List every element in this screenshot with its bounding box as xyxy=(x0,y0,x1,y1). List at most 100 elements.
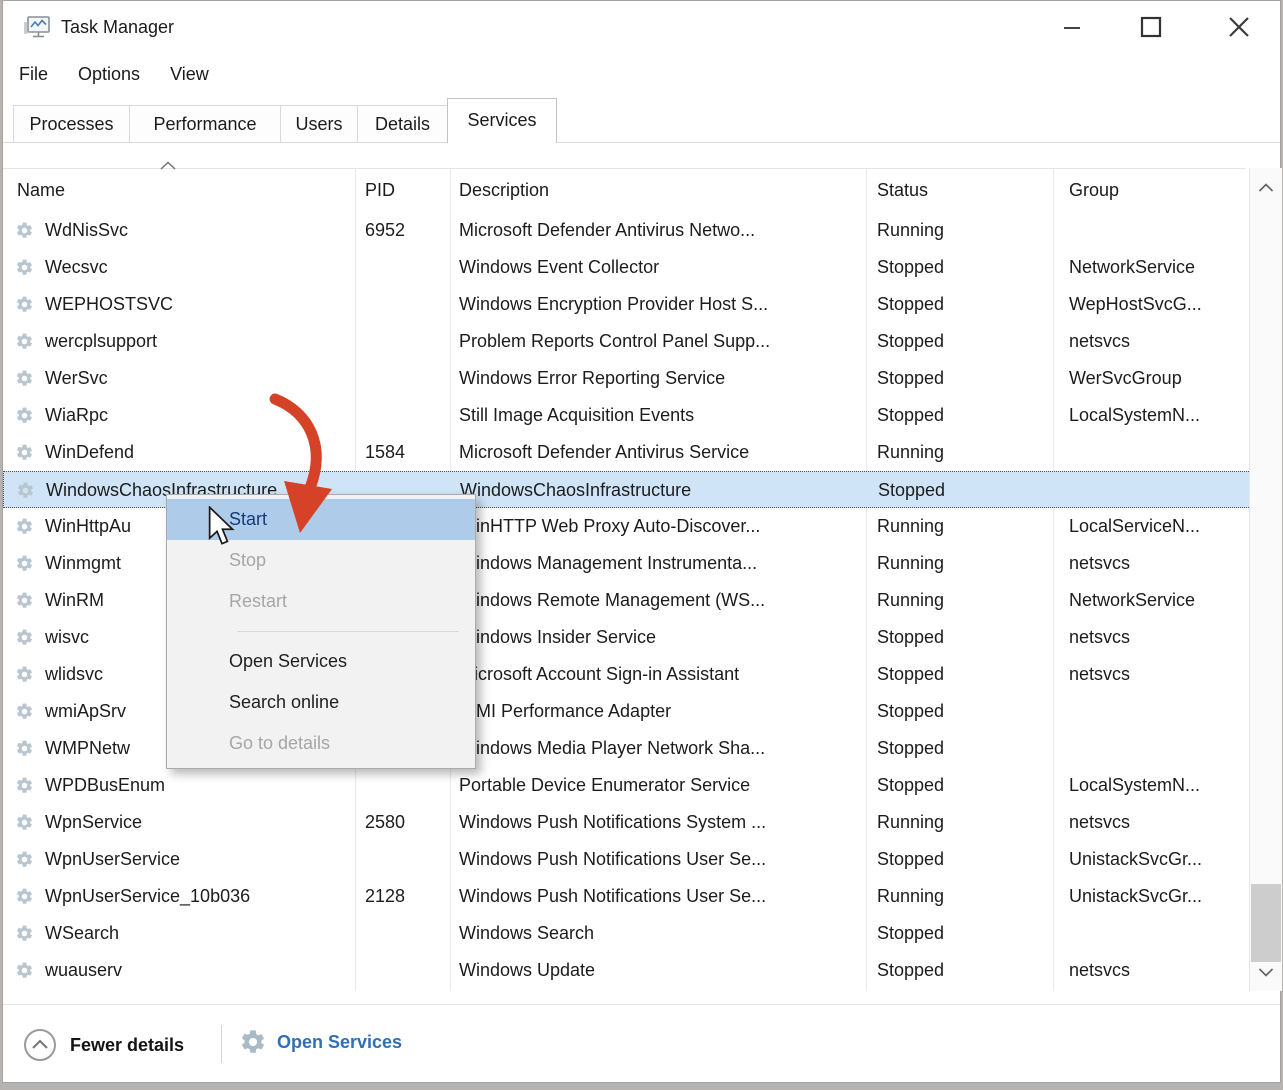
scroll-down-button[interactable] xyxy=(1250,959,1282,985)
column-header-group[interactable]: Group xyxy=(1069,168,1119,212)
menu-options[interactable]: Options xyxy=(78,64,140,85)
service-status: Running xyxy=(877,878,944,915)
column-header-pid[interactable]: PID xyxy=(365,168,395,212)
service-description: Portable Device Enumerator Service xyxy=(459,767,750,804)
service-status: Running xyxy=(877,582,944,619)
footer-bar: Fewer details Open Services xyxy=(3,1005,1280,1082)
minimize-icon xyxy=(1062,17,1082,37)
column-header-name[interactable]: Name xyxy=(17,168,65,212)
service-group: NetworkService xyxy=(1069,249,1195,286)
service-status: Stopped xyxy=(877,286,944,323)
service-pid: 2580 xyxy=(365,804,405,841)
service-description: Windows Event Collector xyxy=(459,249,659,286)
tab-users[interactable]: Users xyxy=(280,105,358,143)
maximize-button[interactable] xyxy=(1121,1,1181,53)
service-description: Windows Push Notifications System ... xyxy=(459,804,766,841)
service-description: WindowsChaosInfrastructure xyxy=(460,472,691,509)
service-row-Wecsvc[interactable]: WecsvcWindows Event CollectorStoppedNetw… xyxy=(3,249,1251,286)
service-name: WpnUserService xyxy=(45,841,180,878)
service-name: Winmgmt xyxy=(45,545,121,582)
service-row-WiaRpc[interactable]: WiaRpcStill Image Acquisition EventsStop… xyxy=(3,397,1251,434)
service-status: Stopped xyxy=(877,915,944,952)
service-description: Windows Push Notifications User Se... xyxy=(459,878,766,915)
service-row-WpnUserService[interactable]: WpnUserServiceWindows Push Notifications… xyxy=(3,841,1251,878)
service-name: WinDefend xyxy=(45,434,134,471)
service-row-WSearch[interactable]: WSearchWindows SearchStopped xyxy=(3,915,1251,952)
service-name: wisvc xyxy=(45,619,89,656)
maximize-icon xyxy=(1140,16,1162,38)
scrollbar-thumb[interactable] xyxy=(1251,884,1281,962)
service-pid: 6952 xyxy=(365,212,405,249)
table-top-border xyxy=(3,168,1246,169)
service-description: Windows Search xyxy=(459,915,594,952)
tab-performance[interactable]: Performance xyxy=(129,105,281,143)
service-status: Stopped xyxy=(877,323,944,360)
service-name: WinRM xyxy=(45,582,104,619)
service-description: Windows Remote Management (WS... xyxy=(459,582,765,619)
gear-icon xyxy=(15,258,34,277)
gear-icon xyxy=(15,554,34,573)
service-row-WerSvc[interactable]: WerSvcWindows Error Reporting ServiceSto… xyxy=(3,360,1251,397)
gear-icon xyxy=(15,369,34,388)
minimize-button[interactable] xyxy=(1042,1,1102,53)
gear-icon xyxy=(15,702,34,721)
service-group: netsvcs xyxy=(1069,323,1130,360)
service-name: wuauserv xyxy=(45,952,122,989)
service-row-wuauserv[interactable]: wuauservWindows UpdateStoppednetsvcs xyxy=(3,952,1251,989)
gear-icon xyxy=(15,517,34,536)
close-button[interactable] xyxy=(1209,1,1269,53)
task-manager-app-icon xyxy=(23,13,51,41)
service-row-WinDefend[interactable]: WinDefend1584Microsoft Defender Antiviru… xyxy=(3,434,1251,471)
gear-icon xyxy=(15,776,34,795)
service-name: WEPHOSTSVC xyxy=(45,286,173,323)
service-description: WMI Performance Adapter xyxy=(459,693,671,730)
tab-details[interactable]: Details xyxy=(357,105,448,143)
menu-item-search-online[interactable]: Search online xyxy=(167,682,475,723)
service-row-WEPHOSTSVC[interactable]: WEPHOSTSVC Windows Encryption Provider Ho… xyxy=(3,286,1251,323)
menu-item-open-services[interactable]: Open Services xyxy=(167,641,475,682)
menu-file[interactable]: File xyxy=(19,64,48,85)
service-group: LocalSystemN... xyxy=(1069,397,1200,434)
service-row-WdNisSvc[interactable]: WdNisSvc6952Microsoft Defender Antivirus… xyxy=(3,212,1251,249)
service-row-WPDBusEnum[interactable]: WPDBusEnumPortable Device Enumerator Ser… xyxy=(3,767,1251,804)
service-group: netsvcs xyxy=(1069,656,1130,693)
service-status: Stopped xyxy=(877,693,944,730)
service-status: Stopped xyxy=(877,656,944,693)
open-services-label: Open Services xyxy=(277,1032,402,1053)
gear-icon xyxy=(15,332,34,351)
tab-services[interactable]: Services xyxy=(447,98,557,143)
service-name: Wecsvc xyxy=(45,249,108,286)
service-status: Stopped xyxy=(877,397,944,434)
chevron-up-icon xyxy=(1258,183,1274,192)
title-bar: Task Manager xyxy=(3,1,1280,53)
service-group: netsvcs xyxy=(1069,545,1130,582)
service-row-wercplsupport[interactable]: wercplsupportProblem Reports Control Pan… xyxy=(3,323,1251,360)
gear-icon xyxy=(15,961,34,980)
service-row-WpnService[interactable]: WpnService2580Windows Push Notifications… xyxy=(3,804,1251,841)
tab-processes[interactable]: Processes xyxy=(13,105,130,143)
service-description: Windows Encryption Provider Host S... xyxy=(459,286,768,323)
service-description: Windows Insider Service xyxy=(459,619,656,656)
service-status: Stopped xyxy=(877,730,944,767)
service-status: Stopped xyxy=(877,360,944,397)
column-header-description[interactable]: Description xyxy=(459,168,549,212)
service-group: WerSvcGroup xyxy=(1069,360,1182,397)
service-status: Stopped xyxy=(877,767,944,804)
service-description: WinHTTP Web Proxy Auto-Discover... xyxy=(459,508,760,545)
column-header-status[interactable]: Status xyxy=(877,168,928,212)
service-group: netsvcs xyxy=(1069,952,1130,989)
vertical-scrollbar[interactable] xyxy=(1249,168,1282,991)
menu-view[interactable]: View xyxy=(170,64,209,85)
open-services-link[interactable]: Open Services xyxy=(239,1028,402,1056)
scroll-up-button[interactable] xyxy=(1250,174,1282,200)
service-name: wlidsvc xyxy=(45,656,103,693)
menu-item-start[interactable]: Start xyxy=(167,499,475,540)
service-row-WpnUserService_10b036[interactable]: WpnUserService_10b0362128Windows Push No… xyxy=(3,878,1251,915)
fewer-details-button[interactable]: Fewer details xyxy=(23,1028,184,1062)
service-description: Windows Update xyxy=(459,952,595,989)
gear-icon xyxy=(15,665,34,684)
service-group: NetworkService xyxy=(1069,582,1195,619)
gear-icon xyxy=(15,850,34,869)
menu-item-restart: Restart xyxy=(167,581,475,622)
gear-icon xyxy=(15,406,34,425)
